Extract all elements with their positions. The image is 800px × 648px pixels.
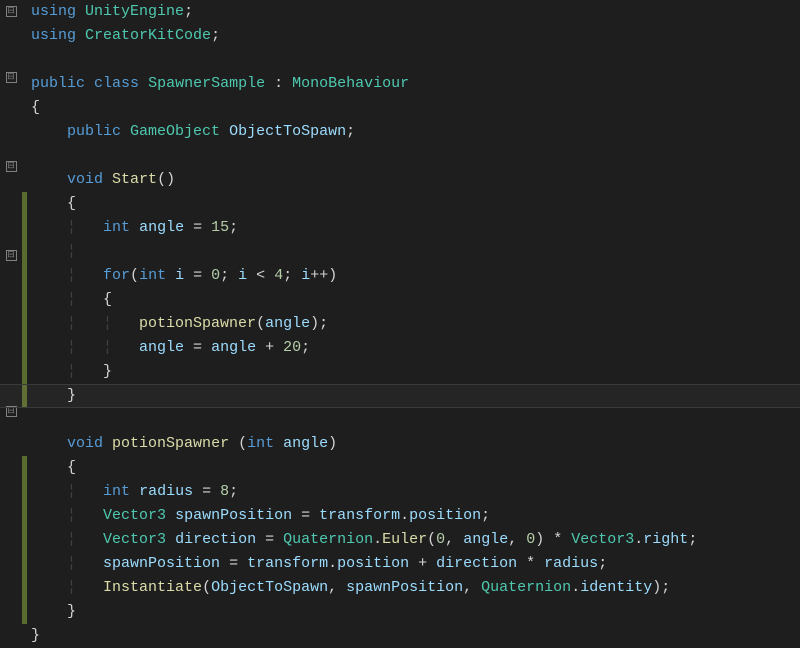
code-line[interactable]: ¦ spawnPosition = transform.position + d… (31, 552, 800, 576)
code-line[interactable]: using CreatorKitCode; (31, 24, 800, 48)
fold-gutter: ⊟ ⊟ ⊟ ⊟ ⊟ (0, 0, 22, 600)
code-line[interactable]: ¦ int angle = 15; (31, 216, 800, 240)
code-line[interactable]: { (31, 192, 800, 216)
code-line[interactable]: using UnityEngine; (31, 0, 800, 24)
code-line[interactable]: void Start() (31, 168, 800, 192)
code-line[interactable] (31, 408, 800, 432)
code-line[interactable] (31, 48, 800, 72)
code-line[interactable]: ¦ Instantiate(ObjectToSpawn, spawnPositi… (31, 576, 800, 600)
code-line[interactable]: { (31, 96, 800, 120)
fold-toggle-icon[interactable]: ⊟ (6, 72, 17, 83)
code-line[interactable]: ¦ } (31, 360, 800, 384)
code-line[interactable]: public GameObject ObjectToSpawn; (31, 120, 800, 144)
code-line[interactable] (31, 144, 800, 168)
code-line[interactable]: ¦ { (31, 288, 800, 312)
code-line[interactable]: ¦ Vector3 spawnPosition = transform.posi… (31, 504, 800, 528)
fold-toggle-icon[interactable]: ⊟ (6, 406, 17, 417)
code-line[interactable]: ¦ ¦ potionSpawner(angle); (31, 312, 800, 336)
fold-toggle-icon[interactable]: ⊟ (6, 161, 17, 172)
code-line[interactable]: void potionSpawner (int angle) (31, 432, 800, 456)
code-line[interactable]: public class SpawnerSample : MonoBehavio… (31, 72, 800, 96)
code-line-current[interactable]: } (31, 384, 800, 408)
code-line[interactable]: ¦ ¦ angle = angle + 20; (31, 336, 800, 360)
code-area[interactable]: using UnityEngine; using CreatorKitCode;… (27, 0, 800, 600)
code-line[interactable]: ¦ int radius = 8; (31, 480, 800, 504)
fold-toggle-icon[interactable]: ⊟ (6, 250, 17, 261)
code-line[interactable]: } (31, 624, 800, 648)
fold-toggle-icon[interactable]: ⊟ (6, 6, 17, 17)
code-line[interactable]: ¦ (31, 240, 800, 264)
code-line[interactable]: ¦ Vector3 direction = Quaternion.Euler(0… (31, 528, 800, 552)
code-line[interactable]: } (31, 600, 800, 624)
code-editor[interactable]: ⊟ ⊟ ⊟ ⊟ ⊟ (0, 0, 800, 600)
code-line[interactable]: { (31, 456, 800, 480)
code-line[interactable]: ¦ for(int i = 0; i < 4; i++) (31, 264, 800, 288)
